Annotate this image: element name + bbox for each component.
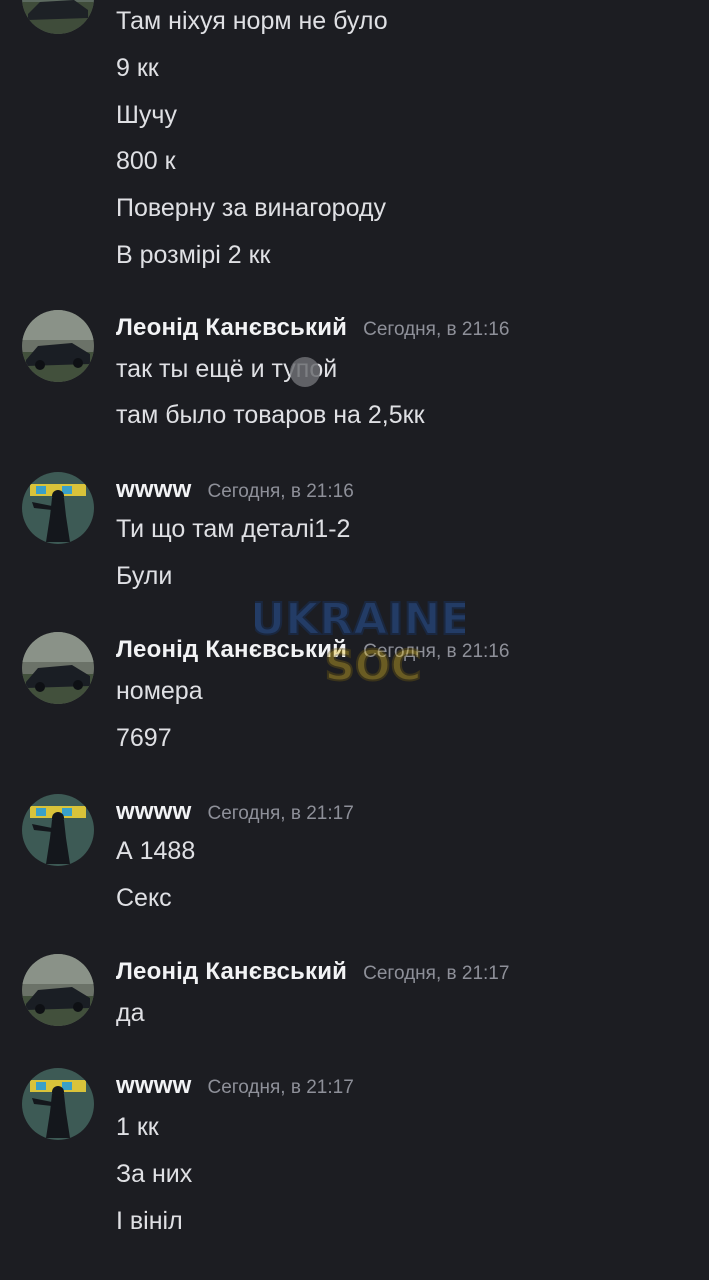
message-text[interactable]: 800 к [116, 144, 176, 178]
message-header: Леонід Канєвський Сегодня, в 21:16 [116, 314, 509, 348]
car-photo-avatar-icon [22, 0, 94, 34]
timestamp: Сегодня, в 21:17 [363, 963, 510, 984]
username[interactable]: wwww [116, 1072, 191, 1100]
graffiti-figure-avatar-icon [22, 1068, 94, 1140]
message-text[interactable]: А 1488 [116, 834, 195, 868]
message-text[interactable]: там было товаров на 2,5кк [116, 398, 425, 432]
message-text[interactable]: Ти що там деталі1-2 [116, 512, 350, 546]
message-header: wwww Сегодня, в 21:17 [116, 1072, 354, 1106]
avatar[interactable] [22, 954, 94, 1026]
graffiti-figure-avatar-icon [22, 794, 94, 866]
timestamp: Сегодня, в 21:17 [207, 803, 354, 824]
message-text[interactable]: Секс [116, 881, 172, 915]
message-text[interactable]: І вініл [116, 1204, 183, 1238]
message-header: Леонід Канєвський Сегодня, в 21:16 [116, 636, 509, 670]
username[interactable]: Леонід Канєвський [116, 314, 347, 342]
avatar[interactable] [22, 0, 94, 34]
timestamp: Сегодня, в 21:16 [363, 641, 510, 662]
avatar[interactable] [22, 794, 94, 866]
avatar[interactable] [22, 472, 94, 544]
chat-screen: Там ніхуя норм не було 9 кк Шучу 800 к П… [0, 0, 709, 1280]
car-photo-avatar-icon [22, 310, 94, 382]
message-text[interactable]: 9 кк [116, 51, 159, 85]
timestamp: Сегодня, в 21:16 [363, 319, 510, 340]
timestamp: Сегодня, в 21:16 [207, 481, 354, 502]
message-text[interactable]: Поверну за винагороду [116, 191, 386, 225]
username[interactable]: Леонід Канєвський [116, 636, 347, 664]
message-text[interactable]: Були [116, 559, 172, 593]
avatar[interactable] [22, 632, 94, 704]
car-photo-avatar-icon [22, 632, 94, 704]
message-text[interactable]: номера [116, 674, 203, 708]
message-header: wwww Сегодня, в 21:17 [116, 798, 354, 832]
message-text[interactable]: Шучу [116, 98, 177, 132]
timestamp: Сегодня, в 21:17 [207, 1077, 354, 1098]
username[interactable]: wwww [116, 476, 191, 504]
message-header: wwww Сегодня, в 21:16 [116, 476, 354, 510]
graffiti-figure-avatar-icon [22, 472, 94, 544]
car-photo-avatar-icon [22, 954, 94, 1026]
message-text[interactable]: Там ніхуя норм не було [116, 4, 388, 38]
message-text[interactable]: В розмірі 2 кк [116, 238, 270, 272]
avatar[interactable] [22, 1068, 94, 1140]
blur-overlay [290, 357, 320, 387]
username[interactable]: Леонід Канєвський [116, 958, 347, 986]
message-text[interactable]: За них [116, 1157, 192, 1191]
avatar[interactable] [22, 310, 94, 382]
message-header: Леонід Канєвський Сегодня, в 21:17 [116, 958, 509, 992]
message-text[interactable]: 7697 [116, 721, 172, 755]
message-text[interactable]: 1 кк [116, 1110, 159, 1144]
username[interactable]: wwww [116, 798, 191, 826]
message-text[interactable]: да [116, 996, 145, 1030]
